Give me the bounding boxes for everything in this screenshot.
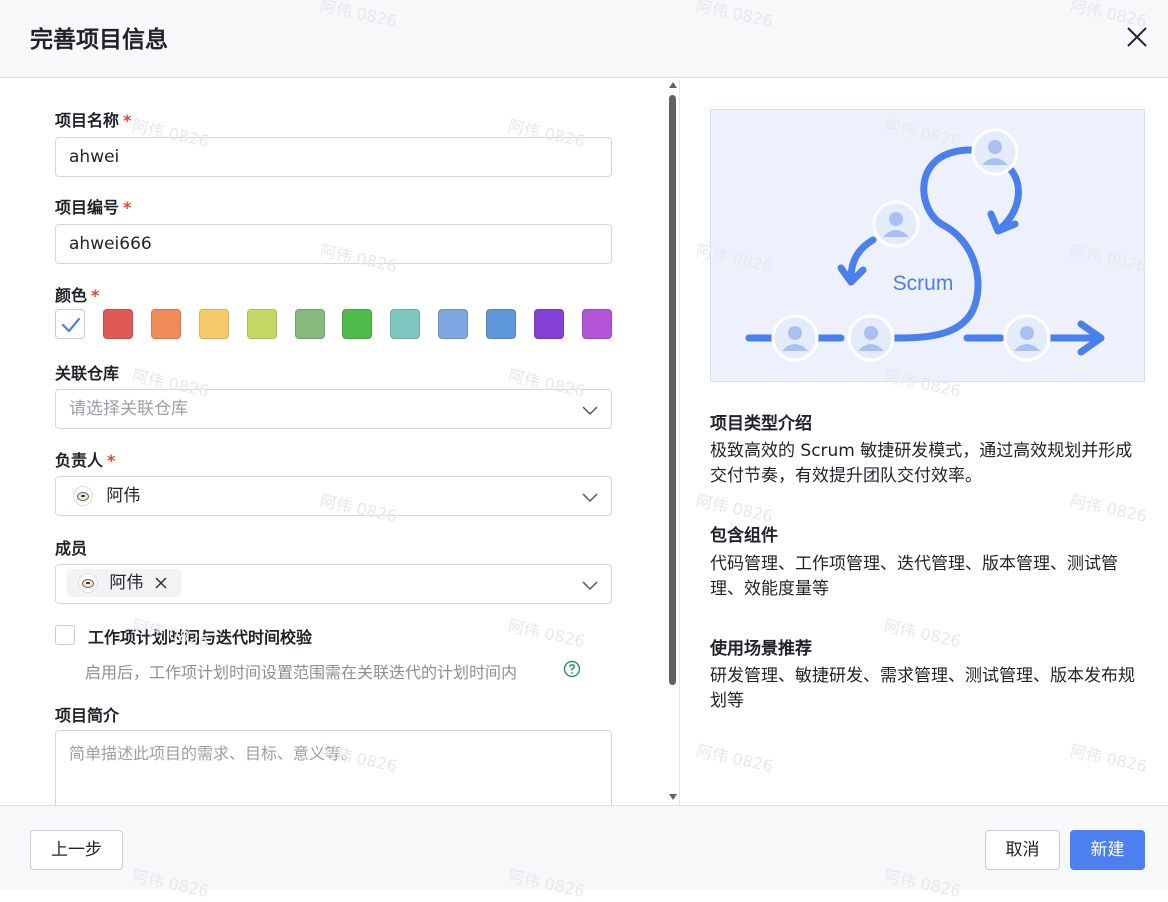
color-swatch[interactable] <box>390 309 420 339</box>
avatar <box>78 573 98 593</box>
repo-label: 关联仓库 <box>55 364 120 383</box>
info-panel: Scrum 项目类型介绍 极致高效的 Scrum 敏捷研发模式，通过高效规划并形… <box>681 79 1168 805</box>
owner-label: 负责人 * <box>55 451 116 470</box>
repo-select[interactable]: 请选择关联仓库 <box>55 389 612 429</box>
member-tag-label: 阿伟 <box>109 573 144 593</box>
dialog-title: 完善项目信息 <box>30 27 168 53</box>
schedule-check-label: 工作项计划时间与迭代时间校验 <box>88 628 313 647</box>
type-title: 项目类型介绍 <box>710 414 812 434</box>
components-title: 包含组件 <box>710 526 778 546</box>
scroll-thumb[interactable] <box>669 95 676 685</box>
schedule-check-checkbox[interactable] <box>55 625 75 645</box>
dialog-footer: 上一步 取消 新建 <box>0 805 1168 890</box>
scenario-text: 研发管理、敏捷研发、需求管理、测试管理、版本发布规划等 <box>710 666 1135 711</box>
desc-label: 项目简介 <box>55 706 120 725</box>
person-icon <box>1003 314 1051 362</box>
scenario-title: 使用场景推荐 <box>710 639 812 659</box>
scroll-up-arrow[interactable] <box>669 82 677 88</box>
chevron-down-icon <box>582 406 598 416</box>
avatar <box>73 486 93 506</box>
person-icon <box>771 314 819 362</box>
scrollbar[interactable] <box>666 79 679 805</box>
scrum-illustration: Scrum <box>710 109 1145 382</box>
repo-placeholder: 请选择关联仓库 <box>69 399 188 419</box>
chevron-down-icon <box>582 493 598 503</box>
person-icon <box>872 200 920 248</box>
color-swatch[interactable] <box>151 309 181 339</box>
schedule-check-hint: 启用后，工作项计划时间设置范围需在关联迭代的计划时间内 <box>85 663 518 682</box>
cancel-button[interactable]: 取消 <box>985 830 1060 870</box>
member-tag: 阿伟 <box>67 569 181 597</box>
description-textarea[interactable]: 简单描述此项目的需求、目标、意义等。 <box>55 730 612 805</box>
name-label: 项目名称 * <box>55 111 132 130</box>
close-icon[interactable] <box>1122 22 1152 52</box>
color-swatch[interactable] <box>295 309 325 339</box>
color-swatch[interactable] <box>342 309 372 339</box>
check-icon <box>61 317 81 333</box>
color-swatch[interactable] <box>486 309 516 339</box>
scroll-down-arrow[interactable] <box>669 794 677 800</box>
color-swatch[interactable] <box>55 309 85 339</box>
chevron-down-icon <box>582 581 598 591</box>
color-swatch[interactable] <box>438 309 468 339</box>
color-swatch[interactable] <box>103 309 133 339</box>
create-button[interactable]: 新建 <box>1070 830 1145 870</box>
help-icon[interactable] <box>563 660 581 678</box>
color-label: 颜色 * <box>55 286 100 305</box>
project-name-input[interactable]: ahwei <box>55 137 612 177</box>
owner-select[interactable]: 阿伟 <box>55 476 612 516</box>
members-label: 成员 <box>55 539 88 558</box>
code-label: 项目编号 * <box>55 198 132 217</box>
owner-value: 阿伟 <box>106 486 141 506</box>
remove-tag-icon[interactable] <box>154 576 168 590</box>
color-swatch[interactable] <box>534 309 564 339</box>
person-icon <box>847 314 895 362</box>
scrum-text: Scrum <box>893 272 954 295</box>
color-swatch[interactable] <box>582 309 612 339</box>
project-code-input[interactable]: ahwei666 <box>55 224 612 264</box>
person-icon <box>971 128 1019 176</box>
type-text: 极致高效的 Scrum 敏捷研发模式，通过高效规划并形成交付节奏，有效提升团队交… <box>710 441 1133 486</box>
color-swatch[interactable] <box>247 309 277 339</box>
prev-step-button[interactable]: 上一步 <box>30 830 123 870</box>
dialog-header: 完善项目信息 <box>0 0 1168 78</box>
color-swatch[interactable] <box>199 309 229 339</box>
form-panel: 项目名称 * ahwei 项目编号 * ahwei666 颜色 * 关联仓库 请选择关… <box>0 79 680 805</box>
components-text: 代码管理、工作项管理、迭代管理、版本管理、测试管理、效能度量等 <box>710 554 1118 599</box>
